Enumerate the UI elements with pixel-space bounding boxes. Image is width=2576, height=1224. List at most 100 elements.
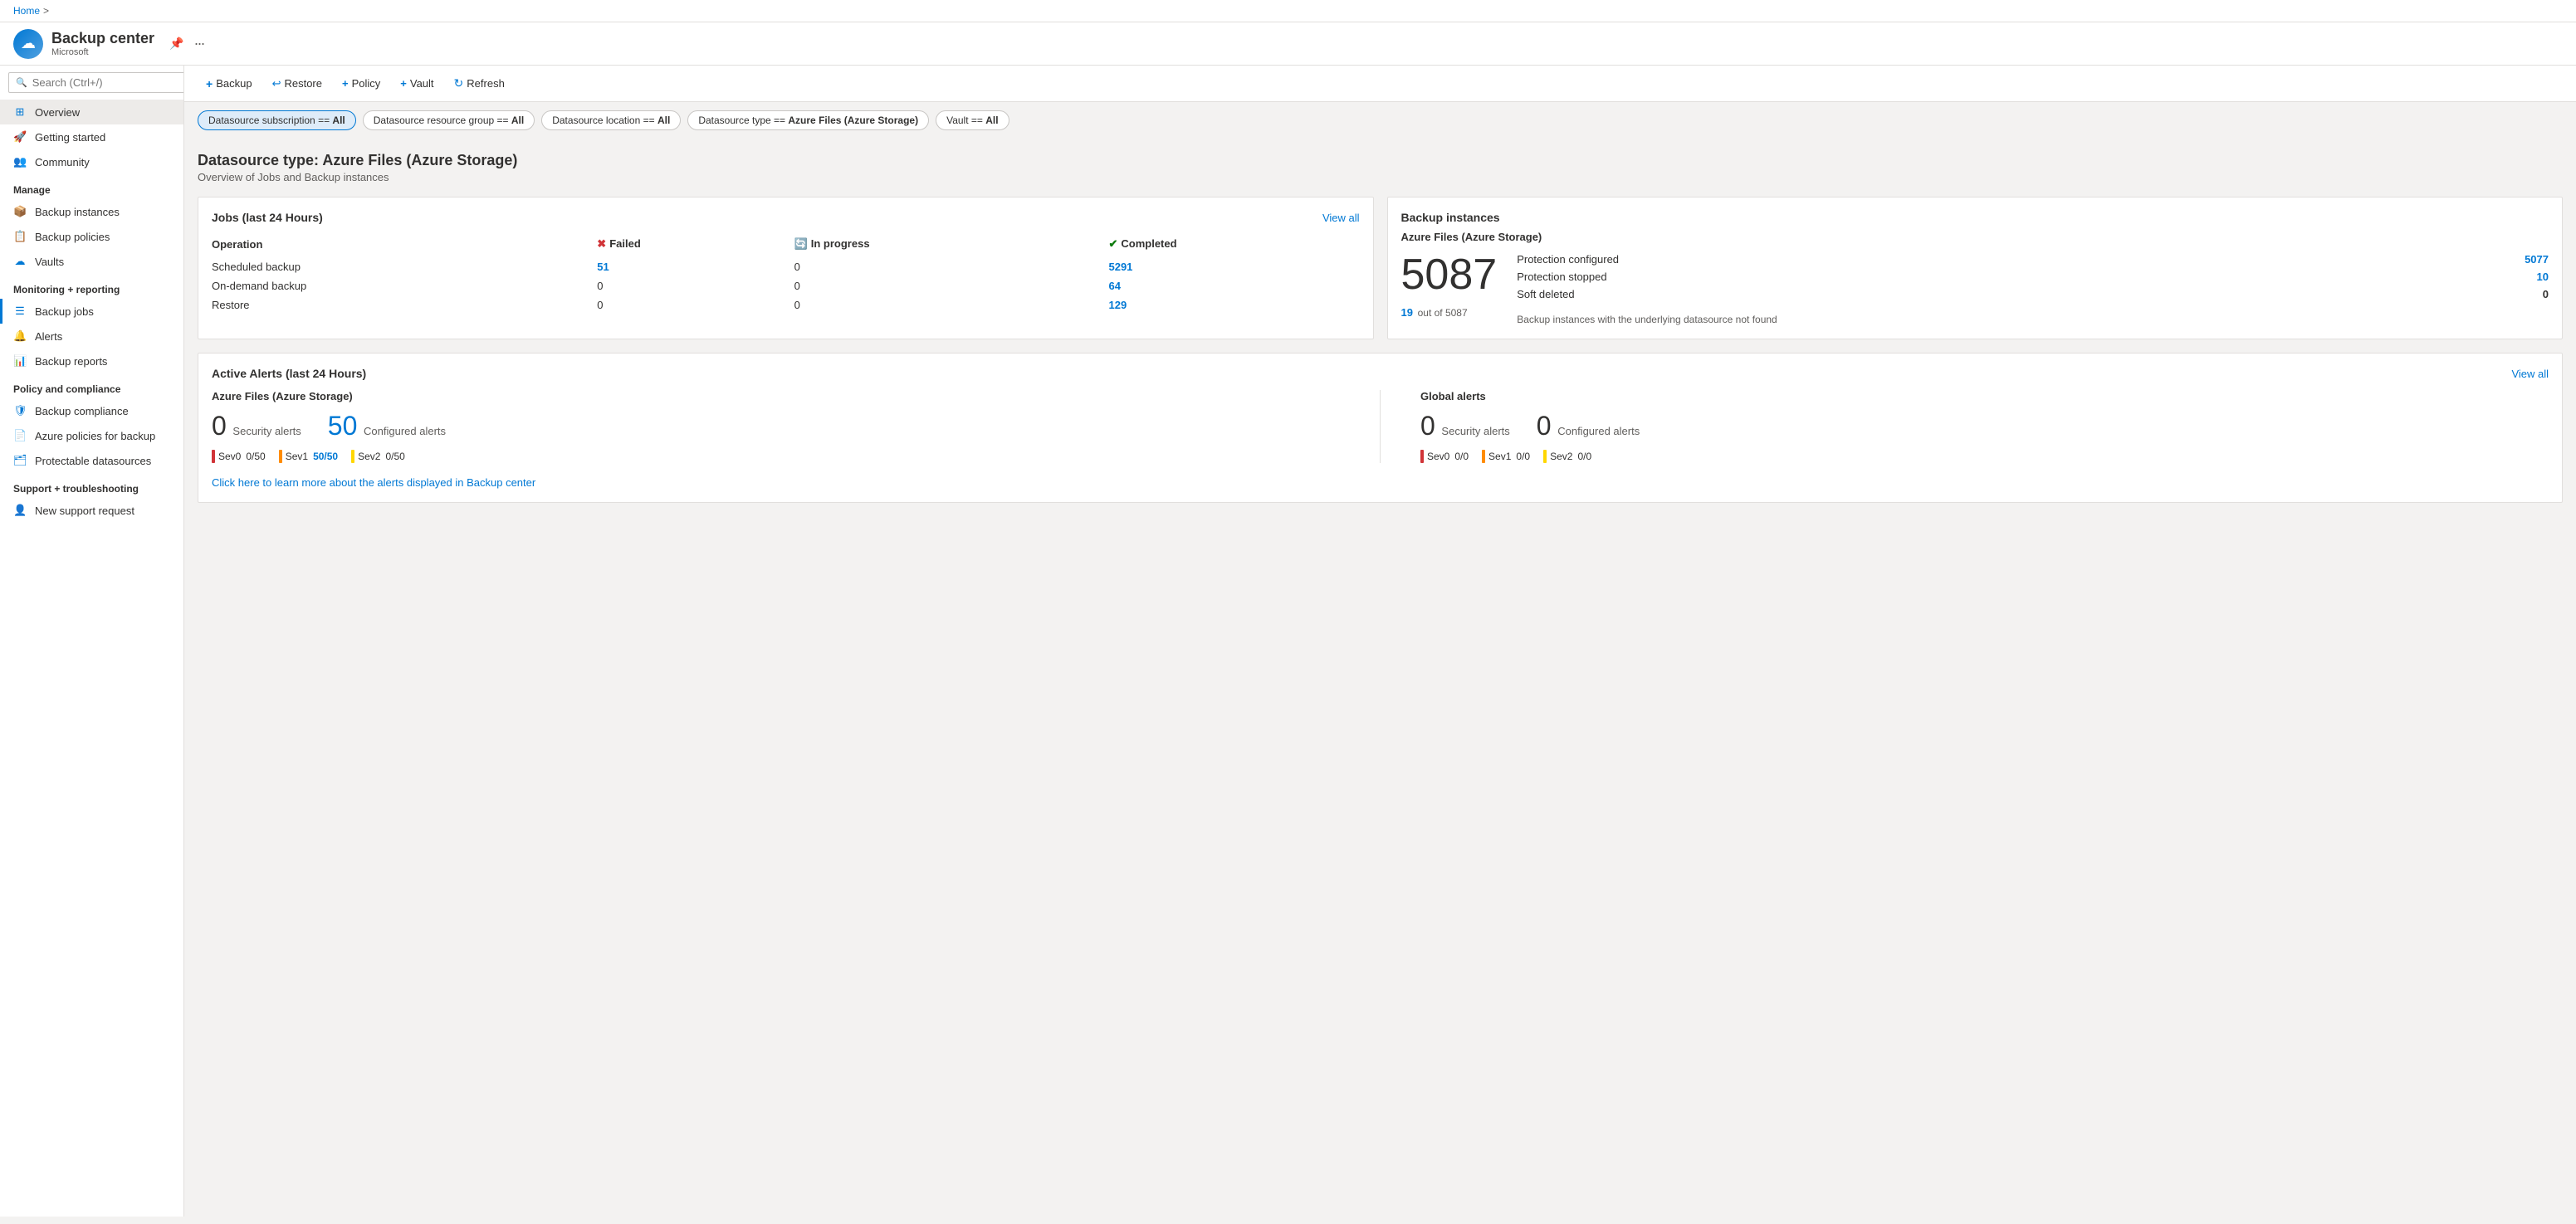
global-sev2-val: 0/0 <box>1577 451 1591 462</box>
progress-icon: 🔄 <box>794 237 808 250</box>
page-content: Datasource type: Azure Files (Azure Stor… <box>184 139 2576 516</box>
global-configured-num: 0 <box>1537 411 1552 441</box>
bi-big-number[interactable]: 5087 <box>1401 253 1498 296</box>
backup-instances-icon: 📦 <box>13 205 27 218</box>
vault-button[interactable]: + Vault <box>392 73 442 94</box>
backup-instances-card: Backup instances Azure Files (Azure Stor… <box>1387 197 2564 339</box>
sev1-val-blue[interactable]: 50/50 <box>313 451 338 462</box>
alerts-global-security: 0 Security alerts <box>1420 411 1510 441</box>
breadcrumb-home[interactable]: Home <box>13 5 40 17</box>
sev1-bar <box>279 450 282 463</box>
backup-reports-label: Backup reports <box>35 355 107 368</box>
app-subtitle: Microsoft <box>51 47 154 57</box>
bi-underlying-desc: Backup instances with the underlying dat… <box>1517 314 2549 325</box>
job-row-1-operation: Scheduled backup <box>212 257 597 276</box>
sidebar-item-backup-instances[interactable]: 📦 Backup instances <box>0 199 183 224</box>
sidebar-item-alerts[interactable]: 🔔 Alerts <box>0 324 183 349</box>
policy-label: Policy <box>352 77 381 90</box>
jobs-card: Jobs (last 24 Hours) View all Operation … <box>198 197 1374 339</box>
filter-datasource-type-label: Datasource type == Azure Files (Azure St… <box>698 115 918 126</box>
page-subtitle: Overview of Jobs and Backup instances <box>198 171 2563 183</box>
more-icon[interactable]: ··· <box>194 35 204 52</box>
bi-stats: Protection configured 5077 Protection st… <box>1517 253 2549 325</box>
alerts-global-configured: 0 Configured alerts <box>1537 411 1640 441</box>
alerts-learn-more[interactable]: Click here to learn more about the alert… <box>212 476 2549 489</box>
app-header: ☁ Backup center Microsoft 📌 ··· <box>0 22 2576 66</box>
policy-section-label: Policy and compliance <box>0 373 183 398</box>
sidebar-item-backup-jobs[interactable]: ☰ Backup jobs <box>0 299 183 324</box>
alerts-azure-configured: 50 Configured alerts <box>328 411 446 441</box>
sidebar-item-getting-started[interactable]: 🚀 Getting started <box>0 124 183 149</box>
bi-underlying-num[interactable]: 19 <box>1401 306 1413 319</box>
job-row-2-progress: 0 <box>794 276 1109 295</box>
sidebar-item-backup-reports[interactable]: 📊 Backup reports <box>0 349 183 373</box>
filter-subscription-label: Datasource subscription == All <box>208 115 345 126</box>
bi-subtitle: Azure Files (Azure Storage) <box>1401 231 2549 243</box>
job-row-1-failed[interactable]: 51 <box>597 257 794 276</box>
sev2-val: 0/50 <box>385 451 404 462</box>
jobs-col-progress: 🔄In progress <box>794 234 1109 257</box>
job-row-1-completed[interactable]: 5291 <box>1108 257 1359 276</box>
vaults-icon: ☁ <box>13 255 27 268</box>
restore-button[interactable]: ↩ Restore <box>264 73 330 95</box>
bi-stat-row-3: Soft deleted 0 <box>1517 288 2549 300</box>
azure-policies-label: Azure policies for backup <box>35 430 155 442</box>
alerts-global-sevs: Sev0 0/0 Sev1 0/0 Sev2 0/0 <box>1420 450 2549 463</box>
sidebar-item-new-support-request[interactable]: 👤 New support request <box>0 498 183 523</box>
alerts-azure-title: Azure Files (Azure Storage) <box>212 390 1340 402</box>
app-title-group: Backup center Microsoft <box>51 30 154 58</box>
azure-sev0: Sev0 0/50 <box>212 450 266 463</box>
failed-icon: ✖ <box>597 237 606 250</box>
restore-icon: ↩ <box>272 77 281 90</box>
sidebar: 🔍 « ⊞ Overview 🚀 Getting started 👥 Commu… <box>0 66 184 1217</box>
sidebar-item-backup-compliance[interactable]: 🛡 Backup compliance <box>0 398 183 423</box>
filter-chip-location[interactable]: Datasource location == All <box>541 110 681 130</box>
policy-button[interactable]: + Policy <box>334 73 389 94</box>
jobs-view-all[interactable]: View all <box>1322 212 1360 224</box>
global-sev2-bar <box>1543 450 1547 463</box>
sidebar-item-azure-policies[interactable]: 📄 Azure policies for backup <box>0 423 183 448</box>
bi-stat-3-label: Soft deleted <box>1517 288 1574 300</box>
sidebar-item-backup-policies[interactable]: 📋 Backup policies <box>0 224 183 249</box>
sidebar-item-vaults[interactable]: ☁ Vaults <box>0 249 183 274</box>
bi-stat-2-val[interactable]: 10 <box>2537 271 2549 283</box>
sidebar-item-protectable-datasources[interactable]: 🗂 Protectable datasources <box>0 448 183 473</box>
job-row-2-operation: On-demand backup <box>212 276 597 295</box>
search-input[interactable] <box>32 76 178 89</box>
backup-button[interactable]: + Backup <box>198 73 261 95</box>
job-row-2-completed[interactable]: 64 <box>1108 276 1359 295</box>
filter-chip-datasource-type[interactable]: Datasource type == Azure Files (Azure St… <box>687 110 929 130</box>
app-logo: ☁ <box>13 29 43 59</box>
azure-sev2: Sev2 0/50 <box>351 450 405 463</box>
alerts-card: Active Alerts (last 24 Hours) View all A… <box>198 353 2563 503</box>
support-label: New support request <box>35 505 134 517</box>
table-row: Scheduled backup 51 0 5291 <box>212 257 1360 276</box>
sidebar-item-community[interactable]: 👥 Community <box>0 149 183 174</box>
refresh-button[interactable]: ↻ Refresh <box>446 72 513 95</box>
vault-icon: + <box>400 77 407 90</box>
sidebar-item-overview[interactable]: ⊞ Overview <box>0 100 183 124</box>
filter-chip-resource-group[interactable]: Datasource resource group == All <box>363 110 535 130</box>
job-row-3-completed[interactable]: 129 <box>1108 295 1359 315</box>
global-sev0-label: Sev0 <box>1427 451 1449 462</box>
jobs-col-completed: ✔Completed <box>1108 234 1359 257</box>
getting-started-icon: 🚀 <box>13 130 27 144</box>
global-sev0-bar <box>1420 450 1424 463</box>
sev2-bar <box>351 450 354 463</box>
page-title: Datasource type: Azure Files (Azure Stor… <box>198 152 2563 169</box>
job-row-3-operation: Restore <box>212 295 597 315</box>
bi-stat-1-val[interactable]: 5077 <box>2525 253 2549 266</box>
azure-sev1: Sev1 50/50 <box>279 450 338 463</box>
alerts-divider <box>1380 390 1381 463</box>
filter-chip-subscription[interactable]: Datasource subscription == All <box>198 110 356 130</box>
alerts-view-all[interactable]: View all <box>2511 368 2549 380</box>
alerts-card-header: Active Alerts (last 24 Hours) View all <box>212 367 2549 380</box>
bi-stat-row-2: Protection stopped 10 <box>1517 271 2549 283</box>
alerts-global-title: Global alerts <box>1420 390 2549 402</box>
pin-icon[interactable]: 📌 <box>169 37 183 51</box>
filter-chip-vault[interactable]: Vault == All <box>936 110 1009 130</box>
top-cards-row: Jobs (last 24 Hours) View all Operation … <box>198 197 2563 339</box>
backup-policies-icon: 📋 <box>13 230 27 243</box>
backup-policies-label: Backup policies <box>35 231 110 243</box>
backup-compliance-label: Backup compliance <box>35 405 129 417</box>
